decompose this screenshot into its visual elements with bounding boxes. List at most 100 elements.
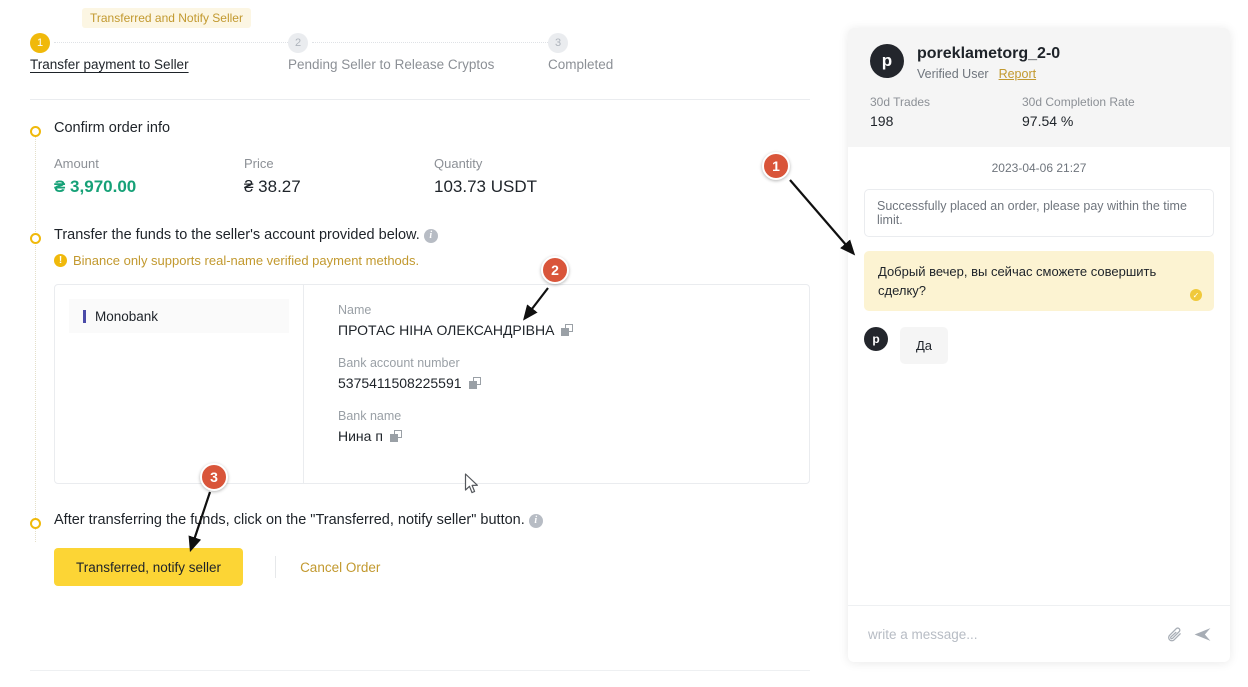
warning-icon: ! [54,254,67,267]
timeline-section-confirm: Confirm order info Amount ₴ 3,970.00 Pri… [30,118,810,197]
annotation-badge-3: 3 [200,463,228,491]
message-input[interactable] [868,626,1156,642]
field-bank-label: Bank name [338,409,402,423]
amount-label: Amount [54,156,99,171]
field-name: Name ПРОТАС НІНА ОЛЕКСАНДРІВНА [338,303,809,338]
outgoing-message-text: Добрый вечер, вы сейчас сможете совершит… [878,264,1157,298]
incoming-message: Да [900,327,949,364]
stat-completion-rate-label: 30d Completion Rate [1022,95,1135,109]
copy-icon[interactable] [389,430,402,442]
cancel-order-button[interactable]: Cancel Order [300,560,380,575]
chat-username: poreklametorg_2-0 [917,45,1061,62]
chat-user-info: poreklametorg_2-0 Verified User Report [917,44,1060,81]
stepper-step-2[interactable]: 2 Pending Seller to Release Cryptos [288,33,494,72]
chat-panel: p poreklametorg_2-0 Verified User Report… [848,28,1230,662]
payment-details-card: Monobank Name ПРОТАС НІНА ОЛЕКСАНДРІВНА [54,284,810,484]
info-icon[interactable]: i [423,229,438,243]
field-account-value-row: 5375411508225591 [338,375,809,391]
payment-fields: Name ПРОТАС НІНА ОЛЕКСАНДРІВНА Bank acco… [304,285,809,483]
action-divider [275,556,277,578]
chat-composer [848,605,1230,662]
field-account-value: 5375411508225591 [338,375,462,391]
price-label: Price [244,156,274,171]
quantity-label: Quantity [434,156,483,171]
timeline-section-transfer: Transfer the funds to the seller's accou… [30,225,810,484]
chat-header: p poreklametorg_2-0 Verified User Report… [848,28,1230,147]
order-timeline: Confirm order info Amount ₴ 3,970.00 Pri… [30,118,810,586]
amount-value: ₴ 3,970.00 [54,177,137,196]
order-amounts: Amount ₴ 3,970.00 Price ₴ 38.27 Quantity… [54,156,810,197]
quantity-value: 103.73 USDT [434,177,537,196]
report-link[interactable]: Report [999,67,1037,81]
confirm-order-title: Confirm order info [54,120,171,136]
amount-column: Amount ₴ 3,970.00 [54,156,244,197]
send-icon[interactable] [1193,625,1212,644]
stepper-step-3[interactable]: 3 Completed [548,33,613,72]
after-transfer-text: After transferring the funds, click on t… [54,512,525,528]
price-column: Price ₴ 38.27 [244,156,434,197]
timeline-marker-2 [30,233,41,244]
stepper-connector-2 [312,42,558,43]
step-2-label: Pending Seller to Release Cryptos [288,57,495,72]
field-name-label: Name [338,303,372,317]
stat-completion-rate: 30d Completion Rate 97.54 % [1022,95,1174,129]
field-account-label: Bank account number [338,356,460,370]
price-value: ₴ 38.27 [244,177,301,196]
stepper-tooltip: Transferred and Notify Seller [82,8,251,28]
stepper-connector-1 [54,42,306,43]
verified-user-label: Verified User [917,67,989,81]
order-flow-panel: Transferred and Notify Seller 1 Transfer… [0,0,840,687]
system-message: Successfully placed an order, please pay… [864,189,1214,237]
mouse-cursor [464,473,478,494]
info-icon[interactable]: i [528,514,543,528]
order-actions: Transferred, notify seller Cancel Order [54,548,810,586]
step-2-number: 2 [288,33,308,53]
field-bank-name: Bank name Нина п [338,409,809,444]
step-3-number: 3 [548,33,568,53]
outgoing-message: Добрый вечер, вы сейчас сможете совершит… [864,251,1214,311]
step-3-label: Completed [548,57,614,72]
footer-divider [30,670,810,671]
paperclip-icon[interactable] [1166,626,1183,643]
after-transfer-title: After transferring the funds, click on t… [54,510,810,530]
copy-icon[interactable] [561,324,574,336]
field-account-number: Bank account number 5375411508225591 [338,356,809,391]
message-read-check-icon: ✓ [1190,289,1202,301]
stepper-step-1[interactable]: 1 Transfer payment to Seller [30,33,189,72]
avatar: p [864,327,888,351]
quantity-column: Quantity 103.73 USDT [434,156,624,197]
payment-method-list: Monobank [55,285,304,483]
order-payment-page: Transferred and Notify Seller 1 Transfer… [0,0,1248,687]
chat-timestamp: 2023-04-06 21:27 [991,161,1087,175]
order-stepper: Transferred and Notify Seller 1 Transfer… [30,8,810,83]
stat-30d-trades-label: 30d Trades [870,95,931,109]
chat-user-stats: 30d Trades 198 30d Completion Rate 97.54… [870,95,1208,129]
field-bank-value-row: Нина п [338,428,809,444]
header-divider [30,99,810,100]
payment-method-monobank[interactable]: Monobank [69,299,289,333]
copy-icon[interactable] [468,377,481,389]
field-name-value-row: ПРОТАС НІНА ОЛЕКСАНДРІВНА [338,322,809,338]
chat-user-meta: Verified User Report [917,67,1060,81]
step-1-number: 1 [30,33,50,53]
annotation-badge-2: 2 [541,256,569,284]
timeline-marker-1 [30,126,41,137]
method-accent-bar [83,309,86,323]
chat-user-row: p poreklametorg_2-0 Verified User Report [870,44,1208,81]
realname-warning: ! Binance only supports real-name verifi… [54,253,810,268]
stat-30d-trades-value: 198 [870,113,894,129]
timeline-marker-3 [30,518,41,529]
timeline-section-after: After transferring the funds, click on t… [30,510,810,586]
transferred-notify-seller-button[interactable]: Transferred, notify seller [54,548,244,586]
warning-text: Binance only supports real-name verified… [73,253,420,268]
annotation-badge-1: 1 [762,152,790,180]
stat-30d-trades: 30d Trades 198 [870,95,1022,129]
incoming-message-row: p Да [864,327,1214,364]
field-bank-value: Нина п [338,428,383,444]
chat-messages: 2023-04-06 21:27 Successfully placed an … [848,147,1230,605]
payment-method-label: Monobank [95,308,159,324]
step-1-label: Transfer payment to Seller [30,57,189,72]
avatar: p [870,44,904,78]
stat-completion-rate-value: 97.54 % [1022,113,1074,129]
transfer-funds-title: Transfer the funds to the seller's accou… [54,225,810,245]
